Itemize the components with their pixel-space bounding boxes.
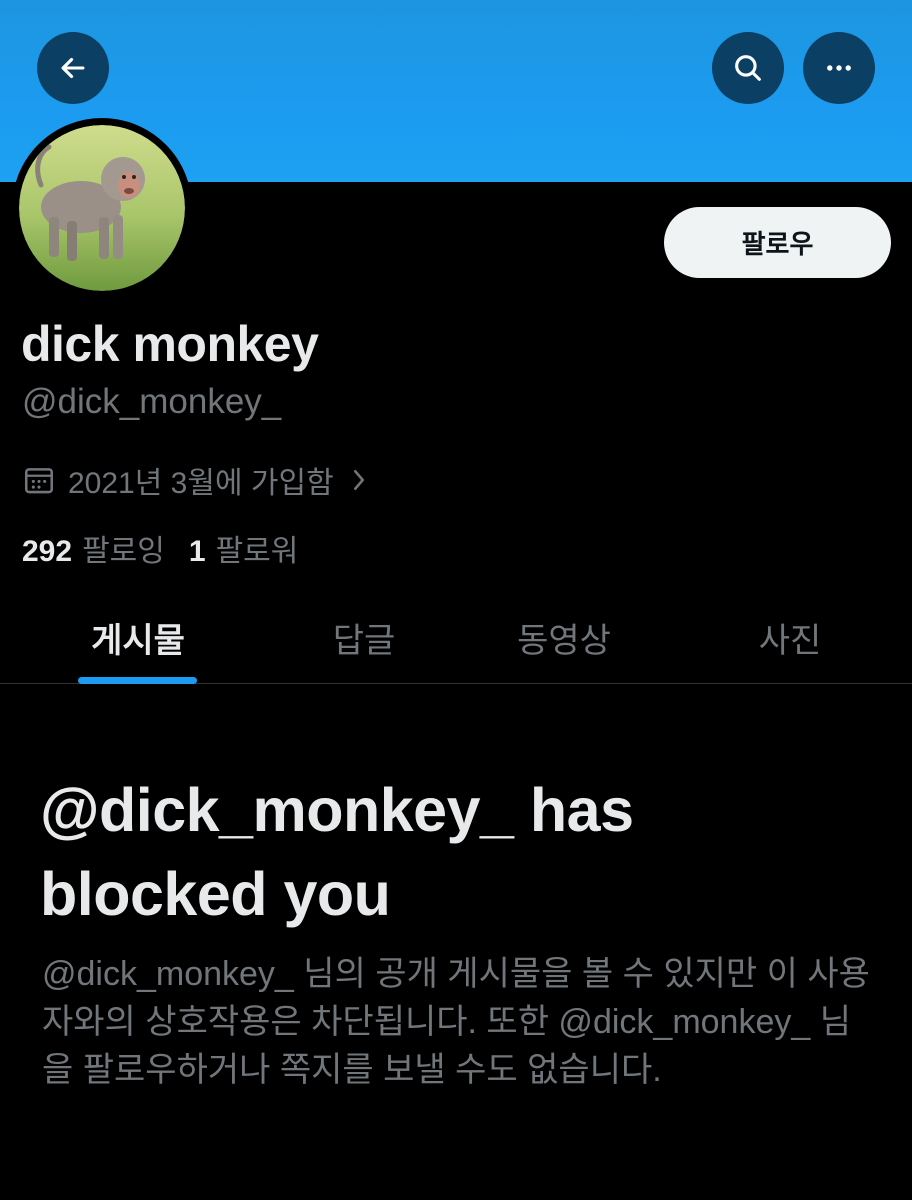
joined-label: 2021년 3월에 가입함 xyxy=(68,467,334,500)
user-handle: @dick_monkey_ xyxy=(22,382,282,421)
search-button[interactable] xyxy=(712,32,784,104)
following-stat[interactable]: 292 팔로잉 xyxy=(22,526,165,570)
following-label: 팔로잉 xyxy=(82,535,165,568)
following-count: 292 xyxy=(22,535,73,568)
follow-stats: 292 팔로잉 1 팔로워 xyxy=(22,526,322,570)
chevron-right-icon xyxy=(353,470,364,490)
blocked-title: @dick_monkey_ has blocked you xyxy=(40,776,634,928)
tab-posts[interactable]: 게시물 xyxy=(30,590,246,684)
joined-date[interactable]: 2021년 3월에 가입함 xyxy=(22,458,372,502)
monkey-avatar-image xyxy=(19,125,185,291)
profile-tabs: 게시물 답글 동영상 사진 xyxy=(0,590,912,684)
tab-videos[interactable]: 동영상 xyxy=(456,590,672,684)
avatar[interactable] xyxy=(12,118,192,298)
search-icon xyxy=(735,55,761,81)
back-button[interactable] xyxy=(37,32,109,104)
tab-photos[interactable]: 사진 xyxy=(682,590,898,684)
display-name: dick monkey xyxy=(21,316,319,372)
blocked-description: @dick_monkey_ 님의 공개 게시물을 볼 수 있지만 이 사용자와의… xyxy=(42,955,870,1089)
followers-label: 팔로워 xyxy=(215,535,299,568)
followers-stat[interactable]: 1 팔로워 xyxy=(189,526,299,570)
follow-button[interactable]: 팔로우 xyxy=(664,207,891,278)
arrow-left-icon xyxy=(61,57,85,79)
more-horizontal-icon xyxy=(827,65,851,71)
more-button[interactable] xyxy=(803,32,875,104)
active-tab-indicator xyxy=(78,677,197,684)
tab-replies[interactable]: 답글 xyxy=(256,590,472,684)
calendar-icon xyxy=(24,468,54,494)
followers-count: 1 xyxy=(188,535,206,568)
